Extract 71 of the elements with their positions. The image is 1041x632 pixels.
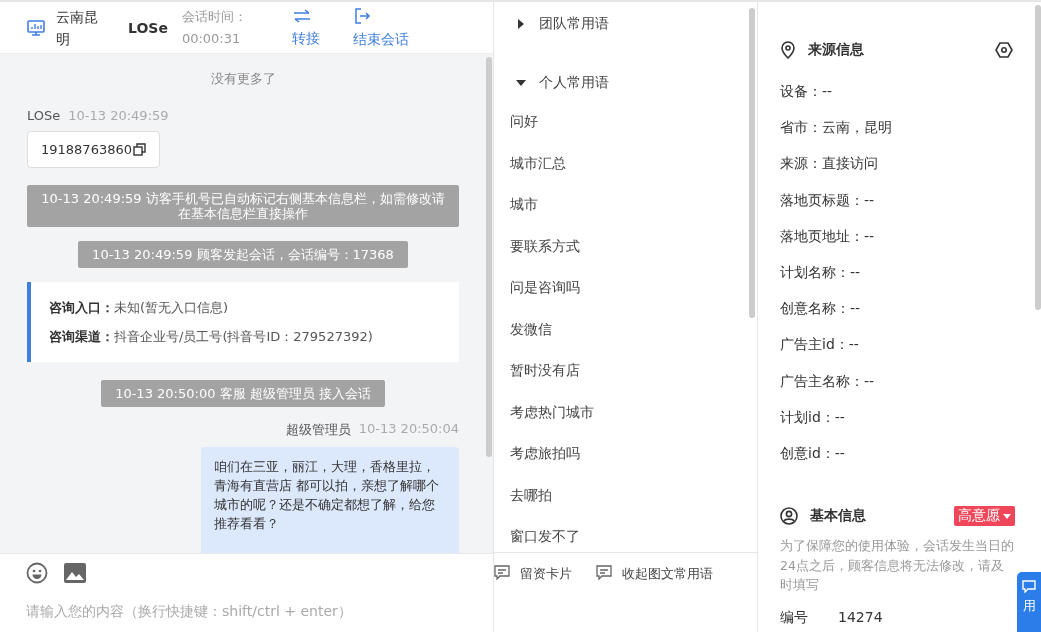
phrase-item[interactable]: 去哪拍 bbox=[510, 482, 757, 524]
source-field: 设备：-- bbox=[780, 73, 1015, 110]
phrase-item[interactable]: 问是咨询吗 bbox=[510, 275, 757, 317]
phrase-item[interactable]: 暂时没有店 bbox=[510, 358, 757, 400]
entry-value: 抖音企业号/员工号(抖音号ID：279527392) bbox=[114, 329, 373, 344]
message-time: 10-13 20:50:04 bbox=[358, 421, 459, 438]
session-timer: 00:00:31 bbox=[181, 29, 242, 48]
swap-arrows-icon bbox=[291, 7, 312, 24]
source-field: 广告主名称：-- bbox=[780, 362, 1015, 399]
phrase-item[interactable]: 城市汇总 bbox=[510, 150, 757, 192]
emoji-icon[interactable] bbox=[26, 562, 48, 584]
message-text: 咱们在三亚，丽江，大理，香格里拉，青海有直营店 都可以拍，亲想了解哪个城市的呢？还是不确定都想了解，给您推荐看看？ bbox=[214, 459, 440, 531]
comment-icon bbox=[494, 565, 510, 580]
source-field: 计划id：-- bbox=[780, 398, 1015, 436]
sender-name: 超级管理员 bbox=[285, 421, 351, 439]
section-title: 来源信息 bbox=[808, 41, 865, 59]
phrase-item[interactable]: 考虑热门城市 bbox=[510, 399, 757, 441]
no-more-notice: 没有更多了 bbox=[209, 70, 277, 88]
field-value: 14274 bbox=[838, 608, 883, 627]
scrollbar[interactable] bbox=[1035, 5, 1041, 310]
image-icon[interactable] bbox=[64, 563, 86, 583]
entry-label: 咨询入口： bbox=[49, 300, 114, 315]
system-notice: 10-13 20:50:00 客服 超级管理员 接入会话 bbox=[101, 380, 385, 407]
phrase-item[interactable]: 发微信 bbox=[510, 316, 757, 358]
copy-icon[interactable] bbox=[133, 143, 146, 156]
monitor-icon bbox=[26, 17, 46, 38]
end-session-button[interactable]: 结束会话 bbox=[352, 6, 409, 49]
entry-value: 未知(暂无入口信息) bbox=[114, 300, 229, 315]
scrollbar[interactable] bbox=[486, 57, 492, 457]
system-notice: 10-13 20:49:59 顾客发起会话，会话编号：17368 bbox=[78, 241, 408, 268]
message-icon bbox=[1022, 580, 1036, 593]
timer-label: 会话时间： bbox=[181, 7, 248, 26]
user-circle-icon bbox=[780, 507, 798, 526]
source-field: 落地页标题：-- bbox=[780, 181, 1015, 218]
collapse-phrases-button[interactable]: 收起图文常用语 bbox=[596, 565, 713, 587]
settings-icon[interactable] bbox=[995, 41, 1013, 59]
location-pin-icon bbox=[780, 41, 796, 59]
source-field: 创意id：-- bbox=[780, 435, 1015, 472]
message-text: 19188763860 bbox=[41, 142, 132, 157]
scrollbar[interactable] bbox=[749, 8, 755, 318]
field-label: 编号 bbox=[780, 608, 808, 627]
caret-icon bbox=[1003, 513, 1011, 519]
section-title: 基本信息 bbox=[810, 507, 867, 526]
intent-dropdown[interactable]: 高意愿 bbox=[954, 506, 1015, 527]
phrase-item[interactable]: 窗口发不了 bbox=[510, 524, 757, 552]
source-field: 广告主id：-- bbox=[780, 326, 1015, 363]
phrase-item[interactable]: 考虑旅拍吗 bbox=[510, 441, 757, 483]
caret-icon bbox=[516, 79, 526, 87]
exit-icon bbox=[352, 6, 371, 25]
phrase-group[interactable]: 个人常用语 bbox=[510, 71, 757, 95]
comment-icon bbox=[596, 565, 612, 580]
source-field: 落地页地址：-- bbox=[780, 217, 1015, 254]
transfer-button[interactable]: 转接 bbox=[291, 7, 320, 48]
visitor-location: 云南昆明 bbox=[56, 7, 99, 49]
system-notice: 10-13 20:49:59 访客手机号已自动标记右侧基本信息栏，如需修改请在基本信息栏直接操作 bbox=[27, 185, 459, 227]
source-field: 创意名称：-- bbox=[780, 290, 1015, 327]
notice-text: 为了保障您的使用体验，会话发生当日的24点之后，顾客信息将无法修改，请及时填写 bbox=[780, 537, 1015, 595]
visitor-name: LOSe bbox=[128, 19, 168, 36]
phrase-item[interactable]: 要联系方式 bbox=[510, 233, 757, 275]
source-field: 来源：直接访问 bbox=[780, 145, 1015, 182]
caret-icon bbox=[517, 19, 525, 29]
lead-card-button[interactable]: 留资卡片 bbox=[494, 565, 572, 587]
phrase-group[interactable]: 团队常用语 bbox=[510, 12, 757, 36]
source-field: 省市：云南，昆明 bbox=[780, 109, 1015, 146]
phrase-item[interactable]: 问好 bbox=[510, 109, 757, 151]
side-tab[interactable]: 用 bbox=[1017, 572, 1041, 632]
source-field: 计划名称：-- bbox=[780, 254, 1015, 291]
phrase-item[interactable]: 城市 bbox=[510, 192, 757, 234]
message-time: 10-13 20:49:59 bbox=[68, 108, 169, 123]
sender-name: LOSe bbox=[27, 108, 61, 123]
entry-label: 咨询渠道： bbox=[49, 329, 114, 344]
